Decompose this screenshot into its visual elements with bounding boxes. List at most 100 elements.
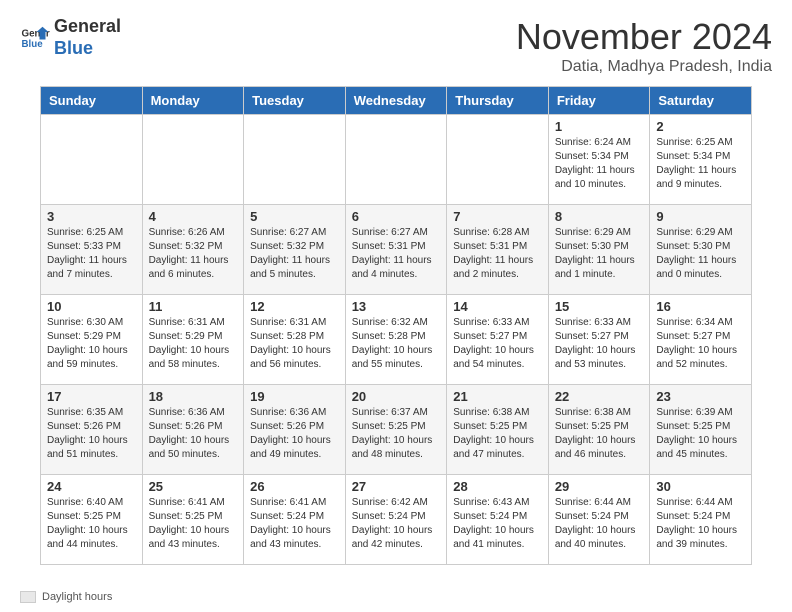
day-info: Sunrise: 6:38 AM Sunset: 5:25 PM Dayligh… (453, 406, 542, 462)
day-number: 15 (555, 299, 644, 314)
day-info: Sunrise: 6:33 AM Sunset: 5:27 PM Dayligh… (555, 316, 644, 372)
day-cell: 10 Sunrise: 6:30 AM Sunset: 5:29 PM Dayli… (41, 295, 143, 385)
day-cell: 19 Sunrise: 6:36 AM Sunset: 5:26 PM Dayli… (244, 385, 346, 475)
day-number: 1 (555, 119, 644, 134)
day-number: 6 (352, 209, 441, 224)
day-number: 4 (149, 209, 238, 224)
day-info: Sunrise: 6:44 AM Sunset: 5:24 PM Dayligh… (555, 496, 644, 552)
week-row-5: 24 Sunrise: 6:40 AM Sunset: 5:25 PM Dayli… (41, 475, 752, 565)
legend-box (20, 591, 36, 603)
day-number: 24 (47, 479, 136, 494)
week-row-3: 10 Sunrise: 6:30 AM Sunset: 5:29 PM Dayli… (41, 295, 752, 385)
day-info: Sunrise: 6:42 AM Sunset: 5:24 PM Dayligh… (352, 496, 441, 552)
day-info: Sunrise: 6:43 AM Sunset: 5:24 PM Dayligh… (453, 496, 542, 552)
day-cell: 25Sunrise: 6:41 AM Sunset: 5:25 PM Dayli… (142, 475, 244, 565)
calendar-wrapper: SundayMondayTuesdayWednesdayThursdayFrid… (0, 86, 792, 585)
day-number: 23 (656, 389, 745, 404)
day-cell: 26Sunrise: 6:41 AM Sunset: 5:24 PM Dayli… (244, 475, 346, 565)
legend-label: Daylight hours (42, 591, 112, 603)
day-cell: 15 Sunrise: 6:33 AM Sunset: 5:27 PM Dayli… (548, 295, 650, 385)
day-info: Sunrise: 6:36 AM Sunset: 5:26 PM Dayligh… (250, 406, 339, 462)
weekday-header-saturday: Saturday (650, 87, 752, 115)
logo: General Blue General Blue (20, 16, 121, 59)
day-info: Sunrise: 6:25 AM Sunset: 5:34 PM Dayligh… (656, 136, 745, 192)
day-info: Sunrise: 6:30 AM Sunset: 5:29 PM Dayligh… (47, 316, 136, 372)
day-number: 28 (453, 479, 542, 494)
calendar-table: SundayMondayTuesdayWednesdayThursdayFrid… (40, 86, 752, 565)
day-number: 7 (453, 209, 542, 224)
day-cell: 11 Sunrise: 6:31 AM Sunset: 5:29 PM Dayli… (142, 295, 244, 385)
day-info: Sunrise: 6:34 AM Sunset: 5:27 PM Dayligh… (656, 316, 745, 372)
day-cell: 4 Sunrise: 6:26 AM Sunset: 5:32 PM Daylig… (142, 205, 244, 295)
day-cell: 9 Sunrise: 6:29 AM Sunset: 5:30 PM Daylig… (650, 205, 752, 295)
title-section: November 2024 Datia, Madhya Pradesh, Ind… (516, 16, 772, 76)
day-cell: 12Sunrise: 6:31 AM Sunset: 5:28 PM Dayli… (244, 295, 346, 385)
day-number: 13 (352, 299, 441, 314)
day-number: 27 (352, 479, 441, 494)
day-number: 22 (555, 389, 644, 404)
day-cell: 8 Sunrise: 6:29 AM Sunset: 5:30 PM Daylig… (548, 205, 650, 295)
day-cell: 7 Sunrise: 6:28 AM Sunset: 5:31 PM Daylig… (447, 205, 549, 295)
day-number: 19 (250, 389, 339, 404)
day-number: 2 (656, 119, 745, 134)
day-info: Sunrise: 6:44 AM Sunset: 5:24 PM Dayligh… (656, 496, 745, 552)
day-info: Sunrise: 6:29 AM Sunset: 5:30 PM Dayligh… (656, 226, 745, 282)
day-info: Sunrise: 6:28 AM Sunset: 5:31 PM Dayligh… (453, 226, 542, 282)
day-info: Sunrise: 6:37 AM Sunset: 5:25 PM Dayligh… (352, 406, 441, 462)
day-cell: 17 Sunrise: 6:35 AM Sunset: 5:26 PM Dayli… (41, 385, 143, 475)
day-info: Sunrise: 6:24 AM Sunset: 5:34 PM Dayligh… (555, 136, 644, 192)
day-info: Sunrise: 6:36 AM Sunset: 5:26 PM Dayligh… (149, 406, 238, 462)
day-number: 30 (656, 479, 745, 494)
day-info: Sunrise: 6:29 AM Sunset: 5:30 PM Dayligh… (555, 226, 644, 282)
day-info: Sunrise: 6:41 AM Sunset: 5:25 PM Dayligh… (149, 496, 238, 552)
week-row-1: 1 Sunrise: 6:24 AM Sunset: 5:34 PM Daylig… (41, 115, 752, 205)
day-cell (142, 115, 244, 205)
day-number: 10 (47, 299, 136, 314)
day-info: Sunrise: 6:31 AM Sunset: 5:28 PM Dayligh… (250, 316, 339, 372)
weekday-header-row: SundayMondayTuesdayWednesdayThursdayFrid… (41, 87, 752, 115)
logo-icon: General Blue (20, 23, 50, 53)
day-number: 9 (656, 209, 745, 224)
day-number: 8 (555, 209, 644, 224)
day-cell: 3Sunrise: 6:25 AM Sunset: 5:33 PM Daylig… (41, 205, 143, 295)
day-cell (244, 115, 346, 205)
day-cell: 2 Sunrise: 6:25 AM Sunset: 5:34 PM Daylig… (650, 115, 752, 205)
day-number: 16 (656, 299, 745, 314)
weekday-header-monday: Monday (142, 87, 244, 115)
month-title: November 2024 (516, 16, 772, 58)
day-info: Sunrise: 6:38 AM Sunset: 5:25 PM Dayligh… (555, 406, 644, 462)
day-cell: 14Sunrise: 6:33 AM Sunset: 5:27 PM Dayli… (447, 295, 549, 385)
day-info: Sunrise: 6:39 AM Sunset: 5:25 PM Dayligh… (656, 406, 745, 462)
day-number: 17 (47, 389, 136, 404)
day-number: 11 (149, 299, 238, 314)
day-info: Sunrise: 6:41 AM Sunset: 5:24 PM Dayligh… (250, 496, 339, 552)
day-info: Sunrise: 6:35 AM Sunset: 5:26 PM Dayligh… (47, 406, 136, 462)
week-row-2: 3Sunrise: 6:25 AM Sunset: 5:33 PM Daylig… (41, 205, 752, 295)
day-info: Sunrise: 6:40 AM Sunset: 5:25 PM Dayligh… (47, 496, 136, 552)
day-cell: 21Sunrise: 6:38 AM Sunset: 5:25 PM Dayli… (447, 385, 549, 475)
page-header: General Blue General Blue November 2024 … (0, 0, 792, 86)
day-cell: 27 Sunrise: 6:42 AM Sunset: 5:24 PM Dayli… (345, 475, 447, 565)
day-cell: 30 Sunrise: 6:44 AM Sunset: 5:24 PM Dayli… (650, 475, 752, 565)
day-cell: 22 Sunrise: 6:38 AM Sunset: 5:25 PM Dayli… (548, 385, 650, 475)
day-info: Sunrise: 6:26 AM Sunset: 5:32 PM Dayligh… (149, 226, 238, 282)
day-number: 29 (555, 479, 644, 494)
day-cell: 1 Sunrise: 6:24 AM Sunset: 5:34 PM Daylig… (548, 115, 650, 205)
day-number: 20 (352, 389, 441, 404)
logo-text: General Blue (54, 16, 121, 59)
day-cell: 5Sunrise: 6:27 AM Sunset: 5:32 PM Daylig… (244, 205, 346, 295)
day-number: 14 (453, 299, 542, 314)
day-cell: 6Sunrise: 6:27 AM Sunset: 5:31 PM Daylig… (345, 205, 447, 295)
day-info: Sunrise: 6:32 AM Sunset: 5:28 PM Dayligh… (352, 316, 441, 372)
day-cell: 20 Sunrise: 6:37 AM Sunset: 5:25 PM Dayli… (345, 385, 447, 475)
day-cell (41, 115, 143, 205)
day-info: Sunrise: 6:31 AM Sunset: 5:29 PM Dayligh… (149, 316, 238, 372)
day-cell (447, 115, 549, 205)
legend: Daylight hours (0, 585, 792, 609)
weekday-header-wednesday: Wednesday (345, 87, 447, 115)
day-cell: 29 Sunrise: 6:44 AM Sunset: 5:24 PM Dayli… (548, 475, 650, 565)
day-cell: 16 Sunrise: 6:34 AM Sunset: 5:27 PM Dayli… (650, 295, 752, 385)
day-number: 18 (149, 389, 238, 404)
week-row-4: 17 Sunrise: 6:35 AM Sunset: 5:26 PM Dayli… (41, 385, 752, 475)
day-number: 5 (250, 209, 339, 224)
